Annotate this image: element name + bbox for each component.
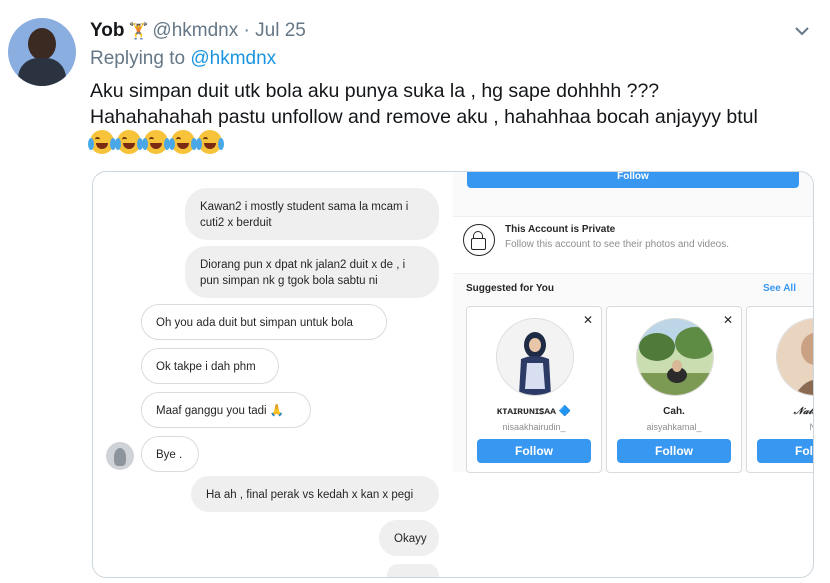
suggested-avatar[interactable]	[776, 318, 813, 396]
weightlifter-emoji: 🏋	[128, 23, 149, 40]
suggested-username: nisaakhairudin_	[502, 422, 566, 432]
follow-button[interactable]: Follow	[617, 439, 731, 463]
chevron-down-icon[interactable]	[793, 22, 811, 40]
message-bubble-received: Oh you ada duit but simpan untuk bola	[141, 304, 387, 340]
replying-handle-link[interactable]: @hkmdnx	[190, 48, 276, 69]
message-bubble-sent: Kawan2 i mostly student sama la mcam i c…	[185, 188, 439, 240]
replying-label: Replying to	[90, 48, 186, 69]
author-handle[interactable]: @hkmdnx	[152, 20, 238, 41]
message-bubble-received: Bye .	[141, 436, 199, 472]
message-bubble-sent: Okayy	[379, 520, 439, 556]
suggested-card: 𝒩𝒶𝓉𝑒𝑔𝓇𝒾𝓃 N. Follow	[746, 306, 814, 473]
suggested-avatar[interactable]	[496, 318, 574, 396]
separator-dot: ·	[243, 20, 250, 41]
tweet-image[interactable]: Kawan2 i mostly student sama la mcam i c…	[92, 171, 814, 578]
tears-of-joy-emoji	[142, 130, 170, 154]
suggested-name[interactable]: 𝒩𝒶𝓉𝑒𝑔𝓇𝒾𝓃	[747, 406, 813, 417]
laughing-emojis	[88, 130, 224, 154]
suggested-avatar[interactable]	[636, 318, 714, 396]
suggested-heading: Suggested for You	[466, 283, 554, 294]
dismiss-icon[interactable]: ✕	[723, 313, 733, 327]
contact-avatar	[106, 442, 134, 470]
tweet-date[interactable]: Jul 25	[255, 20, 306, 41]
portrait-photo	[777, 319, 813, 395]
private-title: This Account is Private	[505, 224, 616, 235]
follow-button-top[interactable]: Follow	[467, 172, 799, 188]
tears-of-joy-emoji	[169, 130, 197, 154]
dm-conversation: Kawan2 i mostly student sama la mcam i c…	[93, 172, 453, 577]
outdoor-photo	[637, 319, 713, 395]
dismiss-icon[interactable]: ✕	[583, 313, 593, 327]
instagram-profile-panel: Follow This Account is Private Follow th…	[453, 172, 814, 473]
follow-button[interactable]: Follow	[757, 439, 813, 463]
suggested-name[interactable]: Cah.	[607, 406, 741, 417]
person-in-hijab-photo	[497, 319, 573, 395]
suggested-username: N.	[747, 422, 814, 432]
suggested-card: ✕ Cah. aisyahkamal_ Follow	[606, 306, 742, 473]
message-bubble-received: Ok takpe i dah phm	[141, 348, 279, 384]
replying-to: Replying to @hkmdnx	[90, 48, 276, 70]
private-subtitle: Follow this account to see their photos …	[505, 239, 730, 250]
message-bubble-sent: Ha ah , final perak vs kedah x kan x peg…	[191, 476, 439, 512]
author-avatar[interactable]	[8, 18, 76, 86]
see-all-link[interactable]: See All	[763, 283, 796, 294]
suggested-name[interactable]: ĸᴛᴀɪʀᴜɴɪꜱᴀᴀ 🔷	[467, 406, 601, 417]
tears-of-joy-emoji	[115, 130, 143, 154]
message-bubble-received: Maaf ganggu you tadi 🙏	[141, 392, 311, 428]
tears-of-joy-emoji	[196, 130, 224, 154]
private-account-notice: This Account is Private Follow this acco…	[453, 216, 813, 274]
follow-button[interactable]: Follow	[477, 439, 591, 463]
tweet-text-line-1: Aku simpan duit utk bola aku punya suka …	[90, 80, 660, 102]
message-bubble-sent: Diorang pun x dpat nk jalan2 duit x de ,…	[185, 246, 439, 298]
lock-icon	[463, 224, 495, 256]
tweet-header: Yob 🏋 @hkmdnx · Jul 25	[90, 20, 306, 42]
tears-of-joy-emoji	[88, 130, 116, 154]
suggested-card: ✕ ĸᴛᴀɪʀᴜɴɪꜱᴀᴀ 🔷 nisaakhairudin_ Follow	[466, 306, 602, 473]
message-bubble-sent-partial	[387, 564, 439, 577]
tweet-text-line-2: Hahahahahah pastu unfollow and remove ak…	[90, 106, 758, 128]
author-name[interactable]: Yob	[90, 20, 124, 41]
suggested-username: aisyahkamal_	[646, 422, 702, 432]
